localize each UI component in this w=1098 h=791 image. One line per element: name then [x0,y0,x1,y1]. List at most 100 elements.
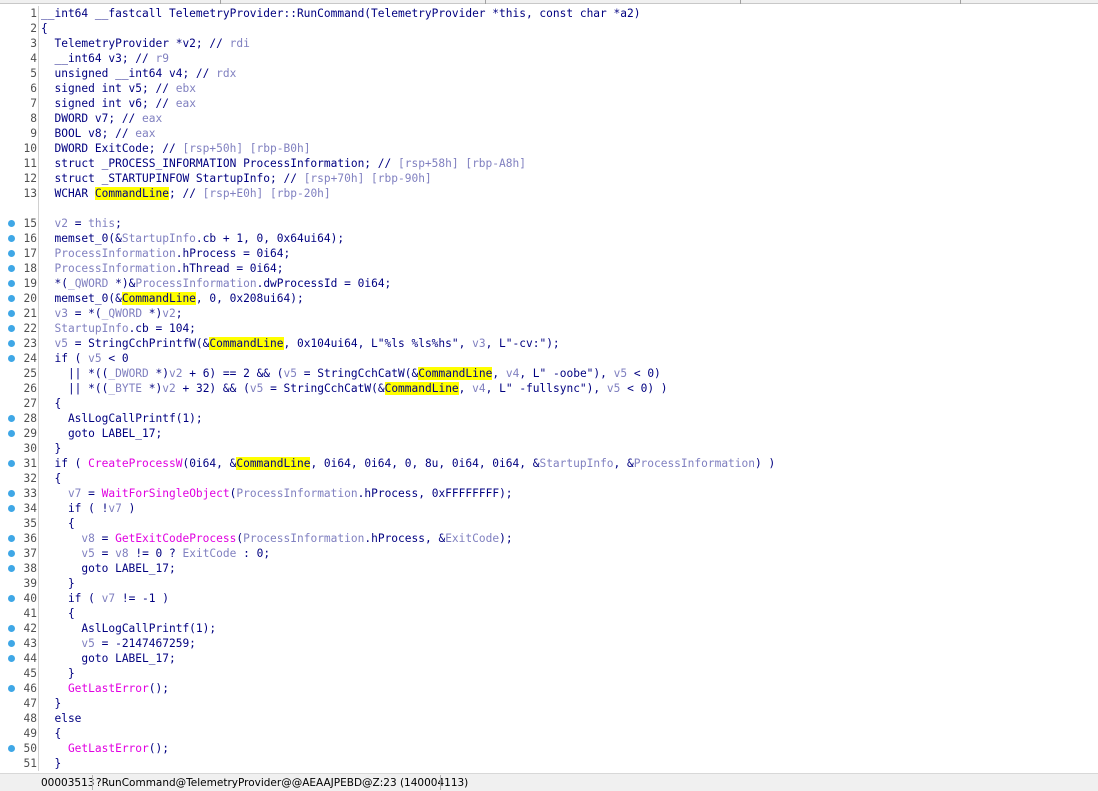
code-line[interactable]: 22 StartupInfo.cb = 104; [0,321,1098,336]
code-token[interactable]: BOOL v8; // [41,127,135,140]
code-token[interactable]: (); [149,682,169,695]
code-line[interactable]: 20 memset_0(&CommandLine, 0, 0x208ui64); [0,291,1098,306]
code-line[interactable]: 26 || *((_BYTE *)v2 + 32) && (v5 = Strin… [0,381,1098,396]
code-token[interactable]: .hThread = 0i64; [176,262,284,275]
code-line[interactable]: 39 } [0,576,1098,591]
code-token[interactable]: eax [142,112,162,125]
code-token[interactable]: v4 [472,382,485,395]
breakpoint-dot-icon[interactable] [8,325,15,332]
code-line[interactable]: 8 DWORD v7; // eax [0,111,1098,126]
code-line[interactable]: 12 struct _STARTUPINFOW StartupInfo; // … [0,171,1098,186]
code-token[interactable]: StartupInfo [539,457,613,470]
breakpoint-dot-icon[interactable] [8,685,15,692]
code-line[interactable]: 2{ [0,21,1098,36]
code-token[interactable]: AslLogCallPrintf(1); [41,622,216,635]
breakpoint-dot-icon[interactable] [8,280,15,287]
code-token[interactable]: .cb + 1, 0, 0x64ui64); [196,232,344,245]
code-line[interactable]: 25 || *((_DWORD *)v2 + 6) == 2 && (v5 = … [0,366,1098,381]
code-token[interactable]: + 32) && ( [176,382,249,395]
code-token[interactable]: != -1 ) [115,592,169,605]
breakpoint-dot-icon[interactable] [8,505,15,512]
code-token[interactable]: , L" -fullsync"), [486,382,607,395]
code-token[interactable]: .hProcess, & [364,532,445,545]
code-line[interactable]: 34 if ( !v7 ) [0,501,1098,516]
code-line[interactable]: 7 signed int v6; // eax [0,96,1098,111]
code-token[interactable]: v8 [115,547,128,560]
code-line[interactable]: 51 } [0,756,1098,771]
code-token[interactable]: memset_0(& [41,232,121,245]
code-token[interactable]: } [41,757,61,770]
code-token[interactable]: = -2147467259; [95,637,196,650]
code-token[interactable]: v5 [284,367,297,380]
code-token[interactable]: else [41,712,81,725]
code-token[interactable]: ProcessInformation [634,457,755,470]
code-token[interactable]: , L"-cv:"); [486,337,560,350]
code-token[interactable]: { [41,397,61,410]
code-line[interactable] [0,201,1098,216]
code-token[interactable]: = StringCchCatW(& [263,382,385,395]
code-line[interactable]: 38 goto LABEL_17; [0,561,1098,576]
highlighted-token[interactable]: CommandLine [384,382,459,395]
code-token[interactable]: WCHAR [41,187,95,200]
code-token[interactable]: v5 [614,367,627,380]
code-token[interactable]: [rsp+50h] [rbp-B0h] [182,142,310,155]
code-token[interactable]: = [68,217,88,230]
code-line[interactable]: 43 v5 = -2147467259; [0,636,1098,651]
code-token[interactable]: || *(( [41,382,108,395]
code-token[interactable]: ProcessInformation [243,532,364,545]
code-line[interactable]: 48 else [0,711,1098,726]
code-token[interactable]: __int64 __fastcall TelemetryProvider::Ru… [41,7,640,20]
code-token[interactable]: [rsp+70h] [rbp-90h] [304,172,432,185]
code-token[interactable]: *) [149,367,169,380]
code-line[interactable]: 13 WCHAR CommandLine; // [rsp+E0h] [rbp-… [0,186,1098,201]
code-line[interactable]: 5 unsigned __int64 v4; // rdx [0,66,1098,81]
highlighted-token[interactable]: CommandLine [209,337,284,350]
breakpoint-dot-icon[interactable] [8,655,15,662]
code-token[interactable]: { [41,607,75,620]
code-token[interactable]: .hProcess, 0xFFFFFFFF); [358,487,513,500]
breakpoint-dot-icon[interactable] [8,595,15,602]
highlighted-token[interactable]: CommandLine [418,367,493,380]
code-line[interactable]: 11 struct _PROCESS_INFORMATION ProcessIn… [0,156,1098,171]
code-token[interactable]: v2 [162,307,175,320]
code-token[interactable]: v8 [41,532,94,545]
code-token[interactable]: v3 [41,307,67,320]
code-token[interactable]: v5 [88,352,101,365]
code-line[interactable]: 16 memset_0(&StartupInfo.cb + 1, 0, 0x64… [0,231,1098,246]
code-token[interactable]: .hProcess = 0i64; [176,247,291,260]
code-token[interactable]: { [41,727,61,740]
code-token[interactable]: eax [135,127,155,140]
code-token[interactable]: ProcessInformation [41,262,175,275]
code-token[interactable]: *( [41,277,67,290]
code-line[interactable]: 37 v5 = v8 != 0 ? ExitCode : 0; [0,546,1098,561]
code-token[interactable]: < 0) [627,367,661,380]
code-token[interactable]: v2 [169,367,182,380]
code-token[interactable]: { [41,517,75,530]
code-line[interactable]: 24 if ( v5 < 0 [0,351,1098,366]
breakpoint-dot-icon[interactable] [8,295,15,302]
code-token[interactable]: v5 [41,637,94,650]
code-token[interactable]: *) [142,382,162,395]
breakpoint-dot-icon[interactable] [8,220,15,227]
code-token[interactable]: signed int v5; // [41,82,176,95]
code-token[interactable]: if ( [41,457,88,470]
code-token[interactable]: v7 [102,592,115,605]
code-token[interactable]: AslLogCallPrintf(1); [41,412,203,425]
code-line[interactable]: 28 AslLogCallPrintf(1); [0,411,1098,426]
code-token[interactable]: : 0; [236,547,270,560]
code-token[interactable]: + 6) == 2 && ( [182,367,283,380]
code-token[interactable]: GetLastError [41,682,149,695]
code-line[interactable]: 30 } [0,441,1098,456]
code-token[interactable]: ProcessInformation [236,487,357,500]
code-token[interactable]: v2 [162,382,175,395]
code-token[interactable]: = [95,547,115,560]
code-token[interactable]: < 0) ) [620,382,667,395]
code-token[interactable]: = *( [68,307,102,320]
code-token[interactable]: ebx [176,82,196,95]
code-token[interactable]: ; [115,217,122,230]
code-token[interactable]: StartupInfo [122,232,196,245]
code-line[interactable]: 49 { [0,726,1098,741]
highlighted-token[interactable]: CommandLine [94,187,169,200]
code-token[interactable]: < 0 [102,352,128,365]
breakpoint-dot-icon[interactable] [8,490,15,497]
